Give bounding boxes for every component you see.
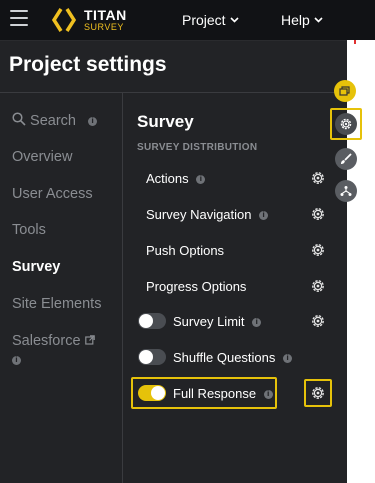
page-title: Project settings xyxy=(9,53,167,76)
info-icon: i xyxy=(12,355,21,365)
hierarchy-icon[interactable] xyxy=(335,180,357,202)
row-label: Survey Limit xyxy=(173,314,245,329)
sidebar-item-overview[interactable]: Overview xyxy=(12,149,72,165)
sidebar-item-label: Salesforce xyxy=(12,333,81,349)
section-title: Survey xyxy=(137,112,194,131)
row-push-options: Push Options xyxy=(146,243,224,258)
sidebar-item-site-elements[interactable]: Site Elements xyxy=(12,296,101,312)
search-icon xyxy=(12,112,30,129)
info-icon: i xyxy=(259,211,269,221)
row-shuffle-questions: Shuffle Questions i xyxy=(173,350,293,365)
sidebar-item-salesforce[interactable]: Salesforce xyxy=(12,333,95,349)
nav-project-label: Project xyxy=(182,12,226,28)
nav-project[interactable]: Project xyxy=(182,12,239,28)
full-response-toggle[interactable] xyxy=(138,385,166,401)
row-label: Actions xyxy=(146,171,189,186)
row-label: Full Response xyxy=(173,386,257,401)
section-subtitle: SURVEY DISTRIBUTION xyxy=(137,142,258,153)
survey-limit-toggle[interactable] xyxy=(138,313,166,329)
external-link-icon xyxy=(84,333,95,349)
info-icon: i xyxy=(263,390,273,400)
info-icon: i xyxy=(252,318,262,328)
brand-title: TITAN xyxy=(84,7,127,23)
nav-help[interactable]: Help xyxy=(281,12,323,28)
nav-help-label: Help xyxy=(281,12,310,28)
gear-icon[interactable] xyxy=(310,170,326,186)
sidebar-item-tools[interactable]: Tools xyxy=(12,222,46,238)
row-full-response: Full Response i xyxy=(173,386,273,401)
shuffle-questions-toggle[interactable] xyxy=(138,349,166,365)
sidebar-item-user-access[interactable]: User Access xyxy=(12,186,93,202)
titan-logo-icon xyxy=(51,7,77,33)
info-icon: i xyxy=(196,175,206,185)
row-label: Survey Navigation xyxy=(146,207,252,222)
row-survey-navigation: Survey Navigation i xyxy=(146,207,269,222)
sidebar-item-search[interactable]: Search i xyxy=(12,112,98,129)
gear-icon[interactable] xyxy=(310,206,326,222)
brush-icon[interactable] xyxy=(335,148,357,170)
gear-icon[interactable] xyxy=(310,242,326,258)
row-label: Progress Options xyxy=(146,279,247,294)
row-actions: Actions i xyxy=(146,171,206,186)
layers-icon[interactable] xyxy=(334,80,356,102)
brand-logo[interactable]: TITAN SURVEY xyxy=(51,6,127,34)
info-icon: i xyxy=(88,116,98,126)
gear-icon[interactable] xyxy=(310,313,326,329)
survey-settings-panel: Survey SURVEY DISTRIBUTION Actions i Sur… xyxy=(123,93,347,483)
brand-subtitle: SURVEY xyxy=(84,22,124,32)
gear-icon[interactable] xyxy=(310,385,326,401)
menu-icon[interactable] xyxy=(10,10,28,26)
top-bar: TITAN SURVEY Project Help xyxy=(0,0,375,41)
row-label: Shuffle Questions xyxy=(173,350,276,365)
salesforce-info: i xyxy=(12,352,21,368)
sidebar-item-label: Search xyxy=(30,113,76,129)
row-survey-limit: Survey Limit i xyxy=(173,314,262,329)
gear-icon[interactable] xyxy=(310,278,326,294)
row-label: Push Options xyxy=(146,243,225,258)
row-progress-options: Progress Options xyxy=(146,279,246,294)
chevron-down-icon xyxy=(314,15,323,26)
chevron-down-icon xyxy=(230,15,239,26)
right-canvas-strip xyxy=(347,40,375,483)
gear-icon[interactable] xyxy=(335,113,357,135)
sidebar-item-survey[interactable]: Survey xyxy=(12,259,60,275)
info-icon: i xyxy=(283,354,293,364)
